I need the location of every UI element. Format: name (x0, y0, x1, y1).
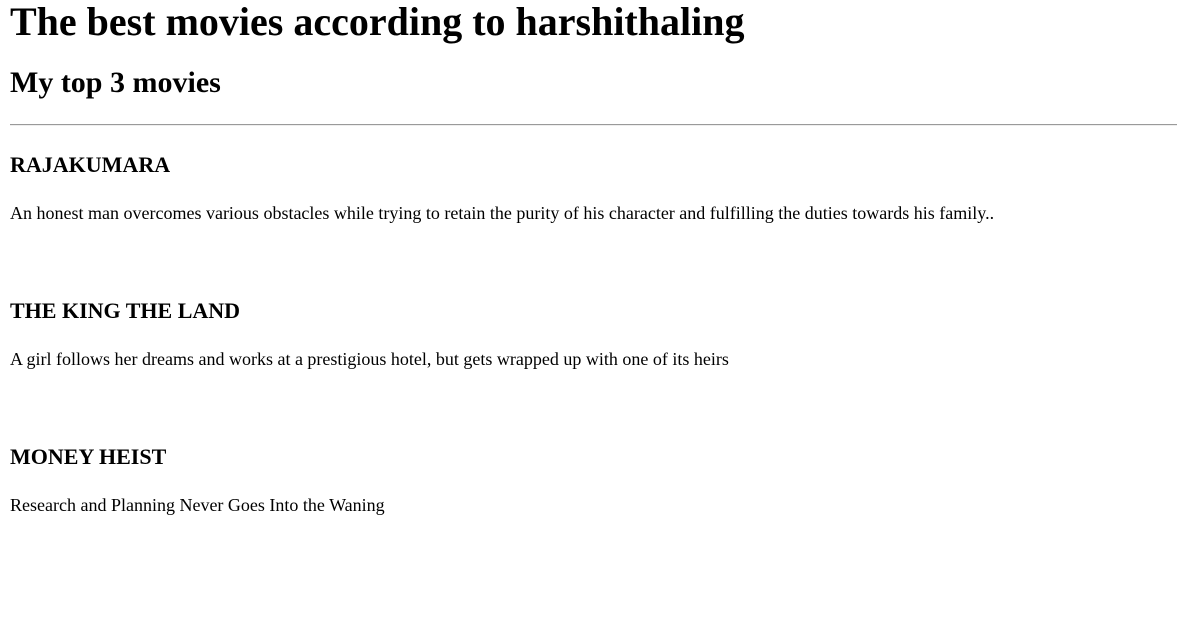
movie-item: RAJAKUMARA An honest man overcomes vario… (10, 152, 1177, 224)
movie-title: RAJAKUMARA (10, 152, 171, 177)
movie-item: THE KING THE LAND A girl follows her dre… (10, 298, 1177, 370)
movie-title: MONEY HEIST (10, 444, 167, 469)
movie-description: Research and Planning Never Goes Into th… (10, 495, 385, 515)
movie-description: A girl follows her dreams and works at a… (10, 349, 729, 369)
page-subtitle: My top 3 movies (10, 66, 221, 99)
page-title: The best movies according to harshithali… (10, 0, 745, 44)
movie-description: An honest man overcomes various obstacle… (10, 203, 995, 223)
movie-item: MONEY HEIST Research and Planning Never … (10, 444, 1177, 516)
movie-title: THE KING THE LAND (10, 298, 241, 323)
page-content: The best movies according to harshithali… (0, 0, 1177, 516)
divider (10, 124, 1177, 126)
